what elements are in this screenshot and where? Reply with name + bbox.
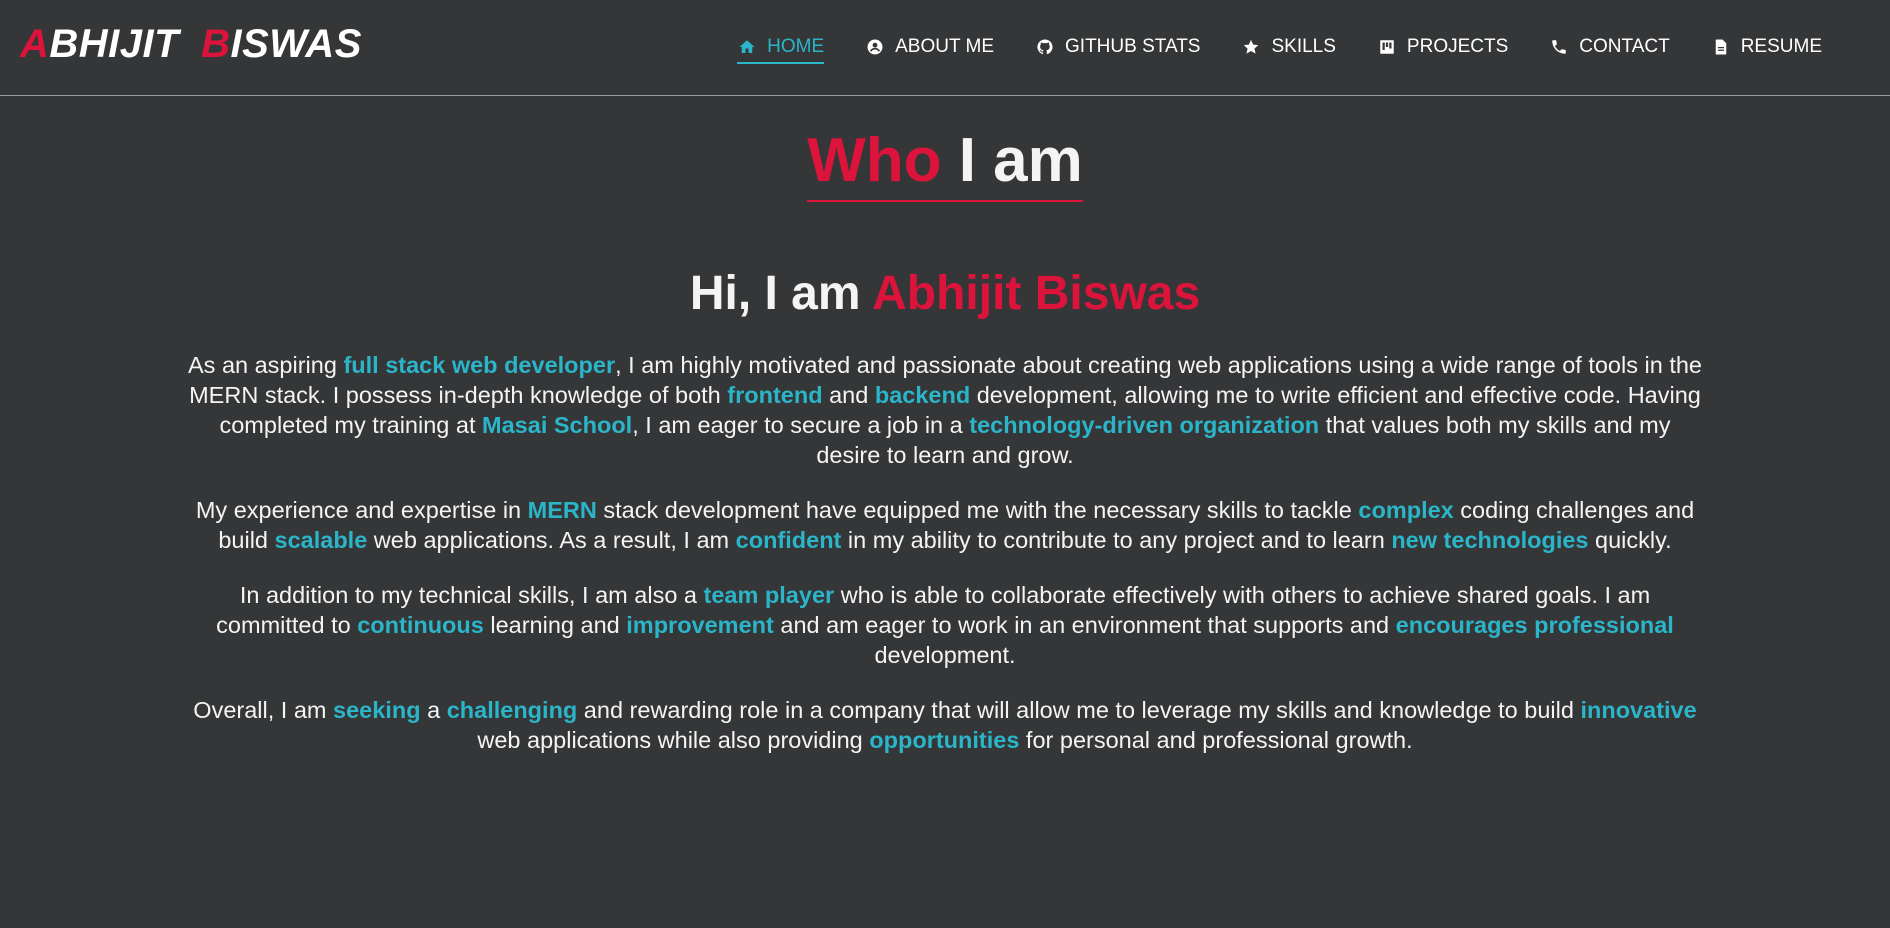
highlight-text: scalable bbox=[274, 527, 368, 553]
nav-item-label: GITHUB STATS bbox=[1065, 36, 1201, 57]
highlight-text: confident bbox=[735, 527, 842, 553]
paragraph-text: and am eager to work in an environment t… bbox=[773, 612, 1396, 638]
section-heading: Who I am bbox=[0, 124, 1890, 202]
nav-item-label: SKILLS bbox=[1271, 36, 1336, 57]
paragraph-text: quickly. bbox=[1588, 527, 1672, 553]
board-icon bbox=[1377, 37, 1397, 57]
highlight-text: backend bbox=[874, 382, 971, 408]
highlight-text: Masai School bbox=[482, 412, 633, 438]
about-text: As an aspiring full stack web developer,… bbox=[186, 350, 1704, 780]
highlight-text: team player bbox=[703, 582, 835, 608]
github-icon bbox=[1035, 37, 1055, 57]
nav-item-home[interactable]: HOME bbox=[737, 30, 825, 64]
star-icon bbox=[1241, 37, 1261, 57]
paragraph-text: and rewarding role in a company that wil… bbox=[577, 697, 1581, 723]
nav-item-label: ABOUT ME bbox=[895, 36, 995, 57]
paragraph-text: in my ability to contribute to any proje… bbox=[841, 527, 1392, 553]
site-logo[interactable]: ABHIJIT BISWAS bbox=[20, 22, 362, 67]
nav-item-label: CONTACT bbox=[1579, 36, 1670, 57]
about-paragraph: My experience and expertise in MERN stac… bbox=[186, 495, 1704, 555]
paragraph-text: web applications. As a result, I am bbox=[367, 527, 736, 553]
nav-item-label: RESUME bbox=[1740, 36, 1822, 57]
paragraph-text: a bbox=[420, 697, 447, 723]
nav-item-projects[interactable]: PROJECTS bbox=[1377, 30, 1508, 64]
logo-first-initial: A bbox=[20, 22, 50, 66]
paragraph-text: In addition to my technical skills, I am… bbox=[239, 582, 704, 608]
about-paragraph: Overall, I am seeking a challenging and … bbox=[186, 695, 1704, 755]
main-nav: HOME ABOUT ME GITHUB STATS SKILLS PROJEC… bbox=[737, 30, 1822, 64]
navbar: ABHIJIT BISWAS HOME ABOUT ME GITHUB STATS… bbox=[0, 0, 1890, 96]
highlight-text: frontend bbox=[727, 382, 823, 408]
nav-item-label: HOME bbox=[767, 36, 825, 57]
intro-heading: Hi, I am Abhijit Biswas bbox=[0, 264, 1890, 324]
highlight-text: full stack web developer bbox=[343, 352, 616, 378]
user-circle-icon bbox=[865, 37, 885, 57]
logo-last-initial: B bbox=[201, 22, 231, 66]
document-icon bbox=[1711, 37, 1731, 57]
paragraph-text: web applications while also providing bbox=[477, 727, 870, 753]
phone-icon bbox=[1549, 37, 1569, 57]
logo-first-rest: BHIJIT bbox=[49, 22, 180, 66]
highlight-text: complex bbox=[1358, 497, 1454, 523]
paragraph-text: and bbox=[822, 382, 875, 408]
section-title-red: Who bbox=[807, 126, 942, 195]
highlight-text: innovative bbox=[1580, 697, 1697, 723]
section-title: Who I am bbox=[807, 124, 1083, 202]
paragraph-text: As an aspiring bbox=[187, 352, 344, 378]
greeting-text: Hi, I am bbox=[689, 267, 861, 320]
home-icon bbox=[737, 37, 757, 57]
paragraph-text: Overall, I am bbox=[193, 697, 334, 723]
paragraph-text: learning and bbox=[483, 612, 627, 638]
highlight-text: seeking bbox=[333, 697, 421, 723]
nav-item-label: PROJECTS bbox=[1406, 36, 1509, 57]
nav-item-skills[interactable]: SKILLS bbox=[1241, 30, 1336, 64]
highlight-text: improvement bbox=[626, 612, 774, 638]
nav-item-github-stats[interactable]: GITHUB STATS bbox=[1035, 30, 1200, 64]
about-paragraph: As an aspiring full stack web developer,… bbox=[186, 350, 1704, 470]
highlight-text: technology-driven organization bbox=[969, 412, 1320, 438]
highlight-text: continuous bbox=[357, 612, 484, 638]
paragraph-text: for personal and professional growth. bbox=[1019, 727, 1413, 753]
highlight-text: opportunities bbox=[869, 727, 1020, 753]
highlight-text: encourages professional bbox=[1395, 612, 1674, 638]
paragraph-text: My experience and expertise in bbox=[195, 497, 528, 523]
highlight-text: new technologies bbox=[1391, 527, 1589, 553]
nav-item-resume[interactable]: RESUME bbox=[1711, 30, 1822, 64]
highlight-text: MERN bbox=[527, 497, 597, 523]
name-text: Abhijit Biswas bbox=[872, 267, 1201, 320]
section-title-white: I am bbox=[958, 126, 1083, 195]
nav-item-contact[interactable]: CONTACT bbox=[1549, 30, 1670, 64]
paragraph-text: development. bbox=[874, 642, 1016, 668]
nav-item-about-me[interactable]: ABOUT ME bbox=[865, 30, 994, 64]
highlight-text: challenging bbox=[446, 697, 578, 723]
paragraph-text: , I am eager to secure a job in a bbox=[632, 412, 970, 438]
about-paragraph: In addition to my technical skills, I am… bbox=[186, 580, 1704, 670]
paragraph-text: stack development have equipped me with … bbox=[596, 497, 1359, 523]
logo-last-rest: ISWAS bbox=[230, 22, 362, 66]
